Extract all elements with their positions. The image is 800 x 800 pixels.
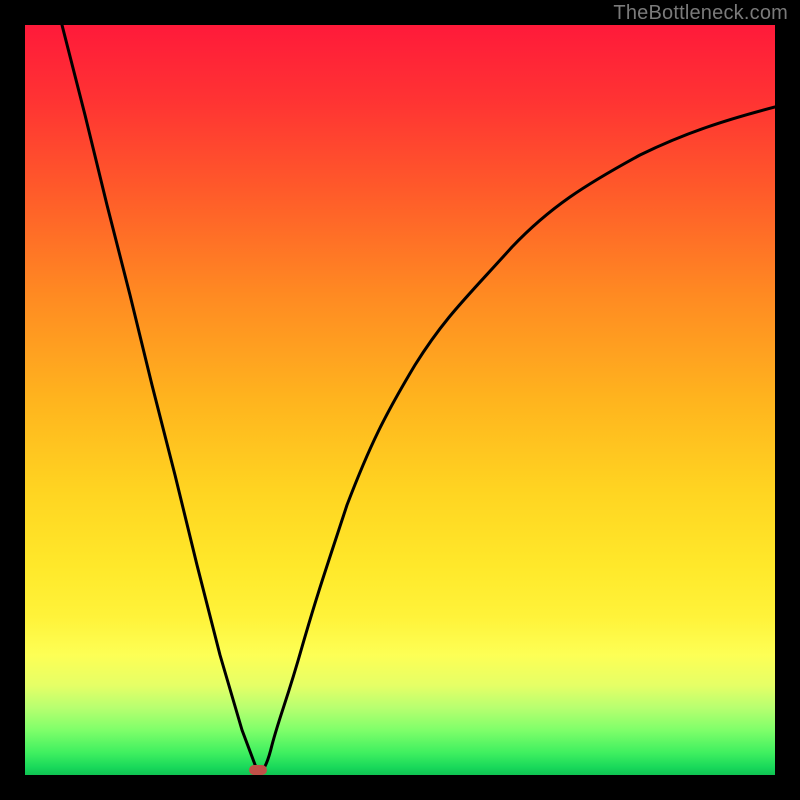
watermark-text: TheBottleneck.com xyxy=(613,2,788,25)
bottleneck-curve xyxy=(25,25,775,775)
curve-path xyxy=(62,25,775,772)
chart-frame: TheBottleneck.com xyxy=(0,0,800,800)
minimum-marker xyxy=(249,765,267,775)
